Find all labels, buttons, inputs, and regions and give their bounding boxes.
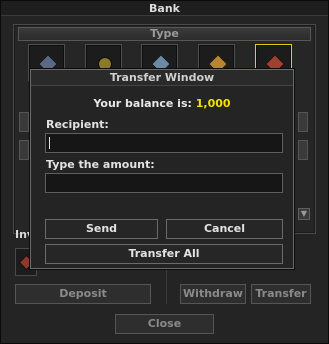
transfer-all-button[interactable]: Transfer All [45, 244, 283, 264]
recipient-label: Recipient: [46, 118, 109, 131]
bank-title: Bank [1, 1, 328, 16]
transfer-button[interactable]: Transfer [251, 284, 311, 304]
balance-label: Your balance is: [93, 97, 192, 110]
deposit-button[interactable]: Deposit [15, 284, 151, 304]
transfer-window-title: Transfer Window [31, 70, 293, 86]
send-button[interactable]: Send [45, 219, 158, 239]
scroll-down-button[interactable]: ▼ [298, 208, 310, 220]
cancel-button[interactable]: Cancel [166, 219, 283, 239]
type-header: Type [18, 27, 311, 41]
amount-input[interactable] [45, 173, 283, 193]
balance-line: Your balance is: 1,000 [31, 97, 293, 110]
bank-item-slot[interactable] [19, 140, 29, 160]
balance-value: 1,000 [195, 97, 231, 110]
text-caret [49, 137, 50, 149]
recipient-input[interactable] [45, 133, 283, 153]
bank-item-slot[interactable] [19, 112, 29, 132]
amount-label: Type the amount: [46, 158, 155, 171]
bank-item-slot[interactable] [298, 112, 308, 132]
close-button[interactable]: Close [115, 314, 214, 334]
bank-item-slot[interactable] [298, 140, 308, 160]
withdraw-button[interactable]: Withdraw [180, 284, 246, 304]
